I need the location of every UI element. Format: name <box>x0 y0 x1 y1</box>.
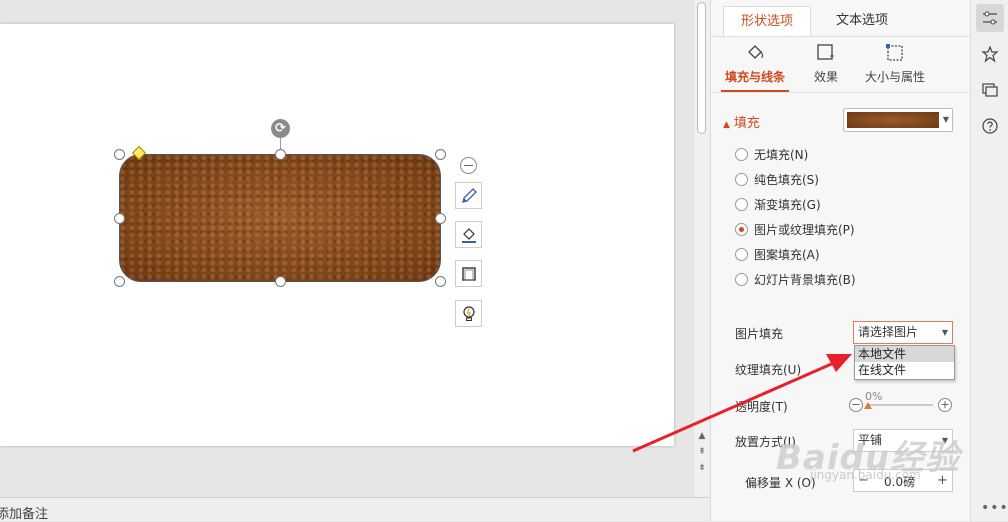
vertical-scrollbar[interactable]: ▲ ⇞ ⇟ <box>694 0 710 497</box>
chevron-down-icon: ▼ <box>942 115 949 124</box>
brush-icon <box>461 187 477 203</box>
radio-no-fill[interactable]: 无填充(N) <box>735 145 808 163</box>
resize-handle-e[interactable] <box>435 213 446 224</box>
property-settings-button[interactable] <box>976 4 1004 32</box>
radio-slide-background-fill[interactable]: 幻灯片背景填充(B) <box>735 270 856 288</box>
radio-label: 图片或纹理填充(P) <box>754 222 855 237</box>
transparency-label: 透明度(T) <box>735 400 788 414</box>
resize-handle-s[interactable] <box>275 276 286 287</box>
right-toolbar: ••• <box>970 0 1008 521</box>
fill-preview-dropdown[interactable]: ▼ <box>843 108 953 132</box>
sliders-icon <box>983 11 997 25</box>
tab-text-options[interactable]: 文本选项 <box>817 6 907 36</box>
resize-handle-sw[interactable] <box>114 276 125 287</box>
help-icon <box>982 118 998 134</box>
resize-handle-w[interactable] <box>114 213 125 224</box>
radio-circle-selected[interactable] <box>735 222 748 236</box>
tab-size-properties-label: 大小与属性 <box>864 70 925 84</box>
menu-item-local-file[interactable]: 本地文件 <box>855 346 954 362</box>
size-properties-icon <box>886 44 903 61</box>
tab-divider <box>711 36 971 37</box>
tab-size-properties[interactable]: 大小与属性 <box>859 40 931 92</box>
radio-label: 无填充(N) <box>754 147 809 162</box>
transparency-slider-thumb[interactable] <box>864 402 872 409</box>
notes-placeholder[interactable]: 添加备注 <box>0 503 48 522</box>
scrollbar-thumb[interactable] <box>697 2 706 134</box>
fill-bucket-icon <box>748 45 764 59</box>
radio-label: 幻灯片背景填充(B) <box>754 272 856 287</box>
radio-gradient-fill[interactable]: 渐变填充(G) <box>735 195 821 213</box>
shape-style-button[interactable] <box>455 182 482 209</box>
picture-fill-value: 请选择图片 <box>858 325 919 339</box>
texture-fill-label: 纹理填充(U) <box>735 363 802 377</box>
more-icon[interactable]: ••• <box>981 500 1008 516</box>
radio-picture-texture-fill[interactable]: 图片或纹理填充(P) <box>735 220 855 238</box>
canvas-area[interactable]: ⟳ <box>0 0 694 497</box>
slides-icon <box>982 83 998 97</box>
resize-handle-n[interactable] <box>275 149 286 160</box>
picture-fill-dropdown-menu: 本地文件 在线文件 <box>854 345 955 380</box>
fill-header-label: 填充 <box>733 116 760 131</box>
paint-bucket-icon <box>461 227 476 243</box>
picture-fill-select[interactable]: 请选择图片 ▼ <box>853 321 953 344</box>
shape-outline-button[interactable] <box>455 260 482 287</box>
tab-effects-label: 效果 <box>813 70 838 84</box>
outline-square-icon <box>461 266 476 281</box>
radio-solid-fill[interactable]: 纯色填充(S) <box>735 170 819 188</box>
resize-handle-nw[interactable] <box>114 149 125 160</box>
tab-fill-line[interactable]: 填充与线条 <box>721 40 789 92</box>
radio-circle[interactable] <box>735 172 748 186</box>
resize-handle-ne[interactable] <box>435 149 446 160</box>
radio-circle[interactable] <box>735 272 748 286</box>
watermark-url: jingyan.baidu.com <box>810 468 921 482</box>
menu-item-online-file[interactable]: 在线文件 <box>855 362 954 378</box>
top-tabs: 形状选项 文本选项 <box>711 6 971 36</box>
radio-circle[interactable] <box>735 247 748 261</box>
lightbulb-icon <box>462 305 475 321</box>
radio-label: 图案填充(A) <box>754 247 820 262</box>
texture-swatch <box>847 112 939 128</box>
radio-circle[interactable] <box>735 197 748 211</box>
radio-circle[interactable] <box>735 147 748 161</box>
rounded-rectangle-shape[interactable] <box>119 154 441 282</box>
collapse-triangle-icon: ▲ <box>723 120 730 130</box>
resize-handle-se[interactable] <box>435 276 446 287</box>
collapse-toolbar-icon[interactable] <box>460 157 477 174</box>
radio-label: 纯色填充(S) <box>754 172 819 187</box>
slide[interactable]: ⟳ <box>0 24 674 446</box>
animation-button[interactable] <box>976 40 1004 68</box>
effects-icon <box>817 44 834 60</box>
notes-bar[interactable]: 添加备注 <box>0 497 710 522</box>
scroll-up-icon[interactable]: ▲ <box>697 432 707 441</box>
prev-page-icon[interactable]: ⇞ <box>697 448 707 457</box>
chevron-down-icon: ▼ <box>941 328 948 337</box>
transparency-increase-button[interactable]: + <box>938 398 952 412</box>
picture-fill-label: 图片填充 <box>735 327 784 341</box>
slide-switch-button[interactable] <box>976 76 1004 104</box>
help-button[interactable] <box>976 112 1004 140</box>
subtab-divider <box>711 92 971 93</box>
fill-section-header[interactable]: ▲ 填充 <box>723 112 760 131</box>
radio-label: 渐变填充(G) <box>754 197 821 212</box>
transparency-decrease-button[interactable]: − <box>849 398 863 412</box>
rotate-icon[interactable]: ⟳ <box>271 119 290 138</box>
tab-effects[interactable]: 效果 <box>806 40 846 92</box>
shape-smart-button[interactable] <box>455 300 482 327</box>
tab-shape-options[interactable]: 形状选项 <box>723 6 811 36</box>
tab-fill-line-label: 填充与线条 <box>724 70 785 84</box>
transparency-slider-track[interactable] <box>867 404 933 406</box>
shape-fill-button[interactable] <box>455 221 482 248</box>
radio-pattern-fill[interactable]: 图案填充(A) <box>735 245 820 263</box>
next-page-icon[interactable]: ⇟ <box>697 464 707 473</box>
star-icon <box>981 45 999 63</box>
